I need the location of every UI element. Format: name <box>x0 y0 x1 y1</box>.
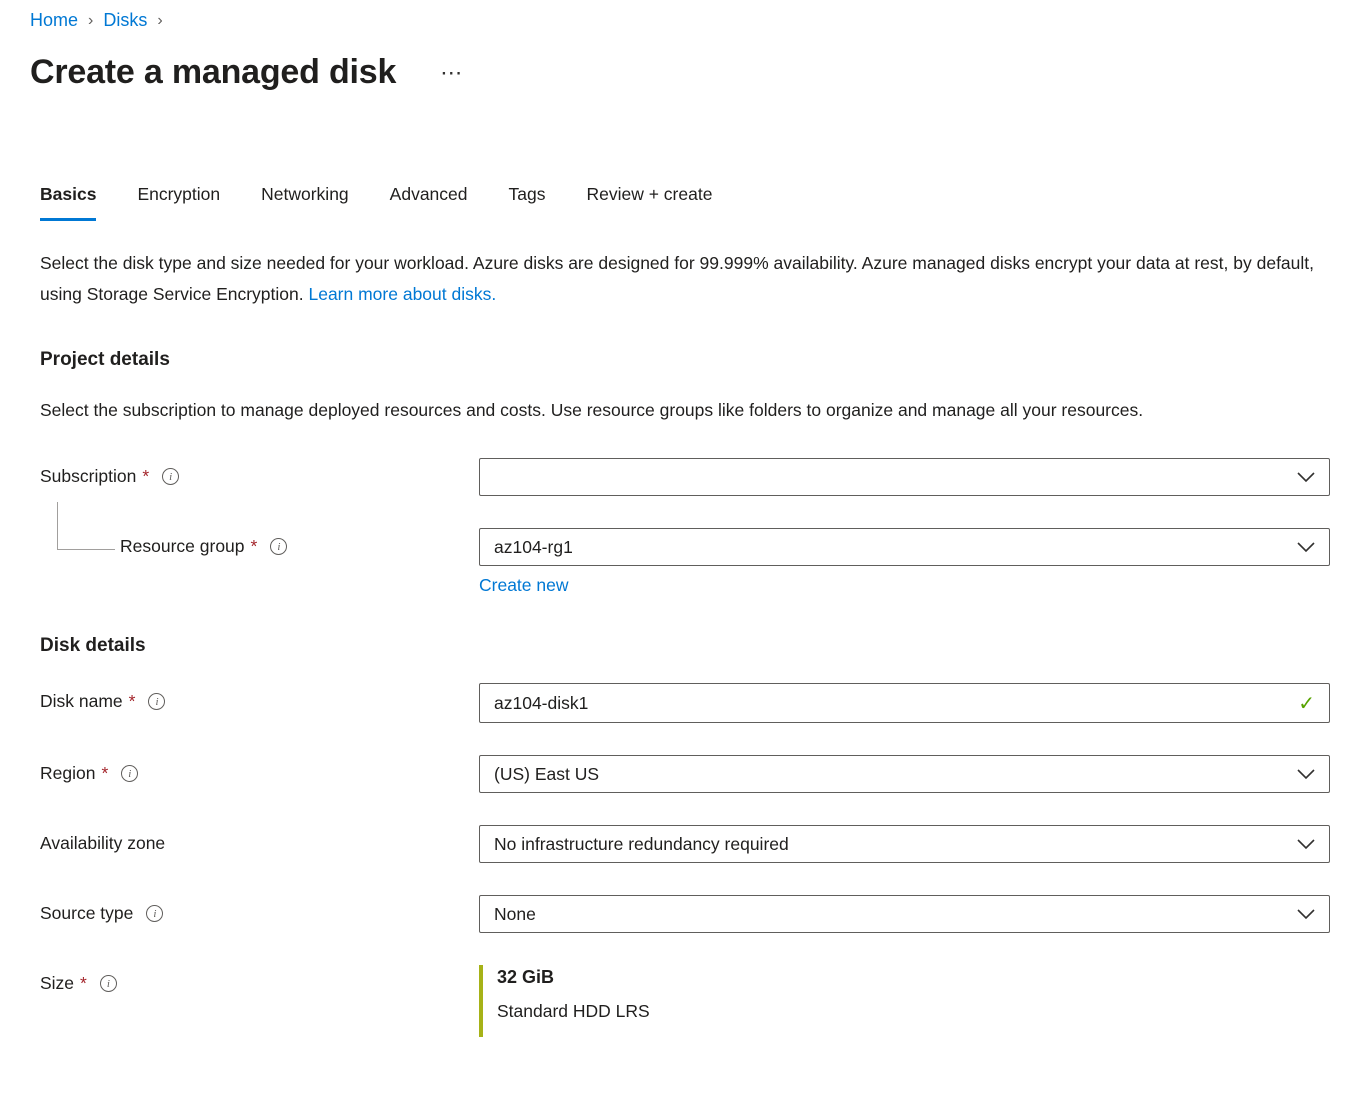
hierarchy-connector-line <box>57 502 115 550</box>
valid-check-icon: ✓ <box>1298 691 1315 716</box>
chevron-down-icon <box>1297 472 1315 483</box>
subscription-row: Subscription * i <box>40 458 1330 496</box>
intro-description: Select the disk type and size needed for… <box>40 253 1314 304</box>
subscription-label: Subscription <box>40 466 136 487</box>
subscription-group: Subscription * i <box>40 458 1330 596</box>
availability-zone-label-group: Availability zone <box>40 825 479 854</box>
availability-zone-value: No infrastructure redundancy required <box>494 834 1285 855</box>
size-label: Size <box>40 973 74 994</box>
disk-name-input[interactable]: az104-disk1 ✓ <box>479 683 1330 723</box>
subscription-field <box>479 458 1330 496</box>
create-new-resource-group-link[interactable]: Create new <box>479 575 569 596</box>
chevron-down-icon <box>1297 769 1315 780</box>
required-asterisk: * <box>251 536 258 557</box>
chevron-down-icon <box>1297 542 1315 553</box>
breadcrumb-home-link[interactable]: Home <box>30 10 78 31</box>
disk-name-field: az104-disk1 ✓ <box>479 683 1330 723</box>
disk-name-label: Disk name <box>40 691 123 712</box>
breadcrumb-separator-icon: › <box>88 12 93 30</box>
resource-group-field: az104-rg1 Create new <box>479 528 1330 596</box>
tab-networking[interactable]: Networking <box>261 184 349 221</box>
info-icon[interactable]: i <box>100 975 117 992</box>
source-type-dropdown[interactable]: None <box>479 895 1330 933</box>
page-title: Create a managed disk <box>30 53 396 92</box>
more-options-button[interactable]: ⋯ <box>438 58 466 88</box>
info-icon[interactable]: i <box>148 693 165 710</box>
create-managed-disk-page: Home › Disks › Create a managed disk ⋯ B… <box>0 0 1348 1037</box>
tab-review-create[interactable]: Review + create <box>586 184 712 221</box>
breadcrumb: Home › Disks › <box>30 10 1330 31</box>
project-details-description: Select the subscription to manage deploy… <box>40 395 1320 426</box>
region-row: Region * i (US) East US <box>40 755 1330 793</box>
availability-zone-field: No infrastructure redundancy required <box>479 825 1330 863</box>
disk-name-row: Disk name * i az104-disk1 ✓ <box>40 683 1330 723</box>
size-selector[interactable]: 32 GiB Standard HDD LRS <box>479 965 1330 1037</box>
resource-group-value: az104-rg1 <box>494 537 1285 558</box>
disk-name-value: az104-disk1 <box>494 693 1286 714</box>
region-field: (US) East US <box>479 755 1330 793</box>
required-asterisk: * <box>80 973 87 994</box>
resource-group-label: Resource group <box>120 536 245 557</box>
availability-zone-label: Availability zone <box>40 833 165 854</box>
required-asterisk: * <box>129 691 136 712</box>
learn-more-disks-link[interactable]: Learn more about disks. <box>308 284 496 304</box>
size-field: 32 GiB Standard HDD LRS <box>479 965 1330 1037</box>
project-details-heading: Project details <box>40 349 1330 371</box>
required-asterisk: * <box>142 466 149 487</box>
required-asterisk: * <box>101 763 108 784</box>
region-value: (US) East US <box>494 764 1285 785</box>
breadcrumb-disks-link[interactable]: Disks <box>103 10 147 31</box>
info-icon[interactable]: i <box>162 468 179 485</box>
title-row: Create a managed disk ⋯ <box>30 53 1330 92</box>
subscription-label-group: Subscription * i <box>40 458 479 487</box>
info-icon[interactable]: i <box>146 905 163 922</box>
availability-zone-row: Availability zone No infrastructure redu… <box>40 825 1330 863</box>
resource-group-dropdown[interactable]: az104-rg1 <box>479 528 1330 566</box>
tab-advanced[interactable]: Advanced <box>390 184 468 221</box>
chevron-down-icon <box>1297 839 1315 850</box>
source-type-field: None <box>479 895 1330 933</box>
region-label-group: Region * i <box>40 755 479 784</box>
chevron-down-icon <box>1297 909 1315 920</box>
info-icon[interactable]: i <box>270 538 287 555</box>
size-row: Size * i 32 GiB Standard HDD LRS <box>40 965 1330 1037</box>
basics-form: Subscription * i <box>40 458 1330 1037</box>
source-type-row: Source type i None <box>40 895 1330 933</box>
size-label-group: Size * i <box>40 965 479 994</box>
size-sku: Standard HDD LRS <box>497 1001 1330 1022</box>
tab-basics[interactable]: Basics <box>40 184 96 221</box>
intro-text: Select the disk type and size needed for… <box>40 248 1325 310</box>
wizard-tabs: Basics Encryption Networking Advanced Ta… <box>40 184 1330 221</box>
availability-zone-dropdown[interactable]: No infrastructure redundancy required <box>479 825 1330 863</box>
tab-encryption[interactable]: Encryption <box>137 184 220 221</box>
subscription-dropdown[interactable] <box>479 458 1330 496</box>
region-dropdown[interactable]: (US) East US <box>479 755 1330 793</box>
source-type-label: Source type <box>40 903 133 924</box>
info-icon[interactable]: i <box>121 765 138 782</box>
source-type-value: None <box>494 904 1285 925</box>
source-type-label-group: Source type i <box>40 895 479 924</box>
disk-name-label-group: Disk name * i <box>40 683 479 712</box>
tab-content-basics: Select the disk type and size needed for… <box>40 248 1330 1037</box>
size-value: 32 GiB <box>497 967 1330 988</box>
disk-details-heading: Disk details <box>40 635 1330 657</box>
tab-tags[interactable]: Tags <box>509 184 546 221</box>
region-label: Region <box>40 763 95 784</box>
resource-group-row: Resource group * i az104-rg1 Create new <box>40 528 1330 596</box>
breadcrumb-separator-icon: › <box>157 12 162 30</box>
